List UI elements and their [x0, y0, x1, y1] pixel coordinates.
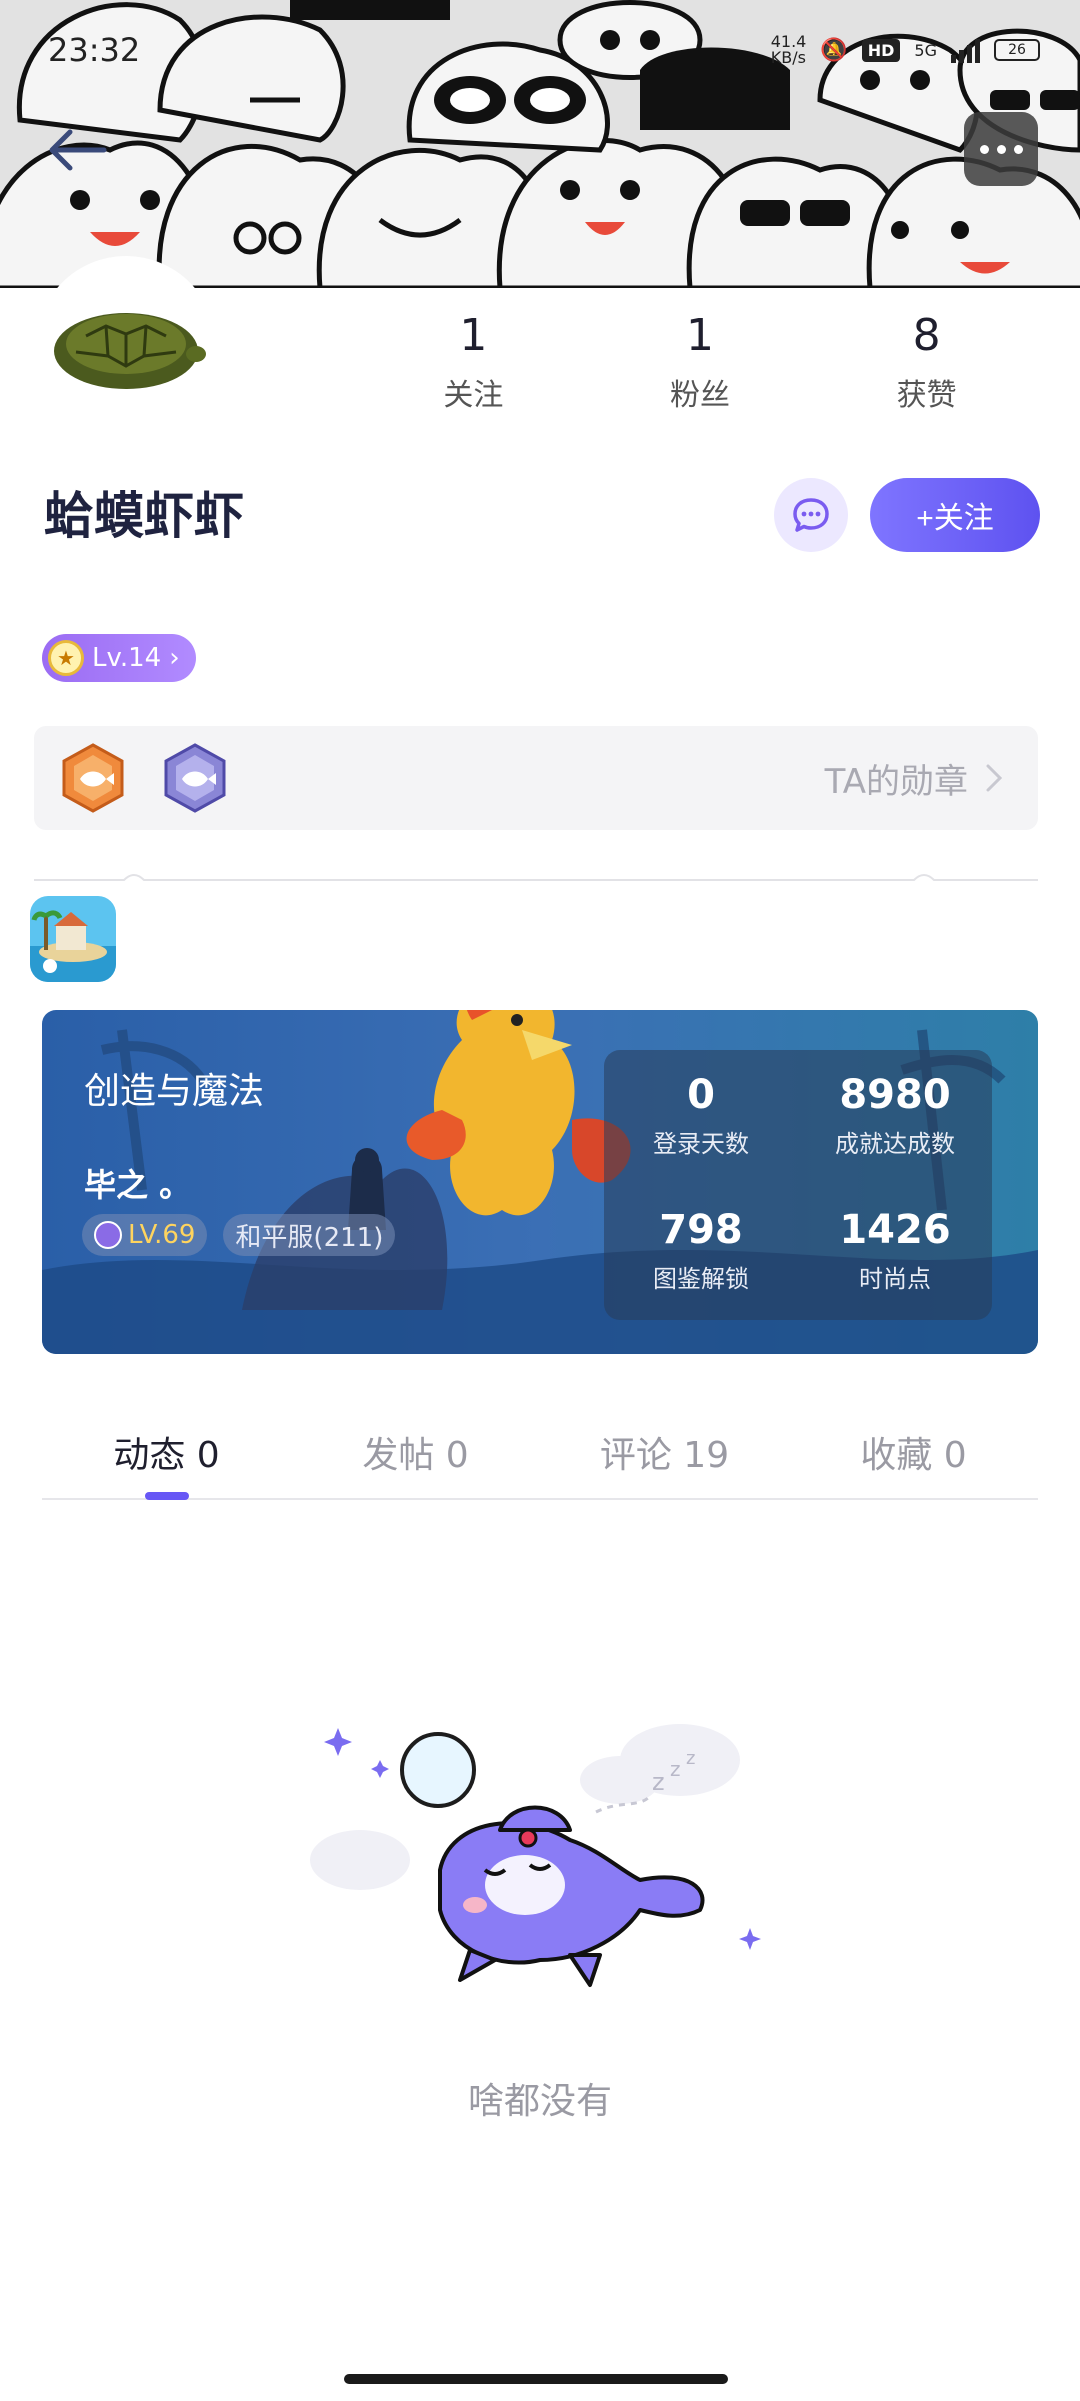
game-stat-label: 图鉴解锁: [653, 1265, 749, 1293]
active-tab-indicator: [144, 1492, 189, 1500]
tab-label: 动态 0: [113, 1435, 220, 1476]
turtle-shell-avatar: [54, 313, 206, 389]
chevron-right-icon: ›: [169, 643, 180, 673]
username: 蛤蟆虾虾: [44, 487, 244, 545]
tab-label: 发帖 0: [362, 1435, 469, 1476]
game-player-name: 毕之 。: [84, 1166, 192, 1204]
game-stat: 1426 时尚点: [798, 1185, 992, 1320]
game-stat-value: 0: [687, 1072, 715, 1118]
chat-bubble-icon: [793, 498, 829, 532]
stat-value: 1: [686, 310, 714, 361]
game-stat-value: 1426: [839, 1207, 951, 1253]
game-server: 和平服(211): [235, 1222, 384, 1253]
follow-button[interactable]: +关注: [870, 478, 1040, 552]
stat-label: 关注: [443, 378, 504, 413]
game-stat-label: 成就达成数: [835, 1130, 955, 1158]
network-type: 5G: [914, 40, 937, 60]
medals-row[interactable]: TA的勋章: [34, 726, 1038, 830]
island-game-icon: [30, 896, 116, 982]
medals-label: TA的勋章: [824, 761, 968, 802]
chevron-right-icon: [986, 764, 1003, 792]
stat-followers[interactable]: 1 粉丝: [587, 308, 814, 414]
tab-threads[interactable]: 发帖 0: [291, 1420, 540, 1498]
back-button[interactable]: [40, 112, 116, 188]
more-dots-icon: [979, 144, 989, 154]
status-icons: 41.4 KB/s 🔕 HD 5G 26: [771, 34, 1040, 66]
game-title: 创造与魔法: [84, 1071, 265, 1112]
stat-likes[interactable]: 8 获赞: [813, 308, 1040, 414]
game-card[interactable]: 创造与魔法 毕之 。 LV.69 和平服(211) 0 登录天数 8980 成就…: [42, 1010, 1038, 1354]
stat-label: 粉丝: [670, 378, 730, 413]
avatar[interactable]: [36, 256, 216, 436]
message-button[interactable]: [774, 478, 848, 552]
tab-label: 评论 19: [599, 1435, 730, 1476]
stat-value: 1: [459, 310, 488, 361]
arrow-left-icon: [49, 129, 107, 171]
status-time: 23:32: [48, 31, 141, 69]
svg-text:z: z: [686, 1748, 695, 1769]
signal-icon: [951, 37, 980, 63]
game-stats: 0 登录天数 8980 成就达成数 798 图鉴解锁 1426 时尚点: [604, 1050, 992, 1320]
game-stat: 8980 成就达成数: [798, 1050, 992, 1185]
more-button[interactable]: [964, 112, 1038, 186]
stat-label: 获赞: [896, 378, 957, 413]
hd-badge: HD: [861, 38, 901, 62]
sleeping-dolphin-illustration: z z z: [310, 1724, 761, 1987]
svg-text:z: z: [652, 1768, 665, 1796]
tab-favorites[interactable]: 收藏 0: [789, 1420, 1038, 1498]
game-level: LV.69: [128, 1220, 196, 1250]
empty-state-text: 啥都没有: [467, 2081, 612, 2122]
profile-tabs: 动态 0 发帖 0 评论 19 收藏 0: [42, 1420, 1038, 1500]
game-stat-label: 登录天数: [653, 1130, 749, 1158]
game-server-badge: 和平服(211): [223, 1214, 396, 1256]
tab-posts-feed[interactable]: 动态 0: [42, 1420, 291, 1500]
star-icon: ★: [48, 640, 84, 676]
status-bar: 23:32 41.4 KB/s 🔕 HD 5G 26: [48, 28, 1040, 72]
game-level-badge: LV.69: [82, 1214, 208, 1256]
tab-comments[interactable]: 评论 19: [540, 1420, 789, 1498]
stat-value: 8: [912, 310, 941, 361]
game-badges: LV.69 和平服(211): [82, 1214, 396, 1256]
battery-level: 26: [1008, 42, 1026, 58]
game-stat: 798 图鉴解锁: [604, 1185, 798, 1320]
battery-icon: 26: [994, 39, 1040, 61]
level-label: Lv.14: [92, 643, 162, 673]
level-star-icon: [94, 1221, 122, 1249]
profile-banner: 23:32 41.4 KB/s 🔕 HD 5G 26: [0, 0, 1080, 288]
level-badge[interactable]: ★ Lv.14 ›: [42, 634, 196, 682]
home-indicator[interactable]: [344, 2374, 728, 2384]
profile-stats: 1 关注 1 粉丝 8 获赞: [360, 308, 1040, 414]
game-stat-label: 时尚点: [859, 1265, 931, 1293]
mute-icon: 🔕: [820, 37, 848, 63]
fish-medal-purple-icon: [164, 743, 226, 813]
game-stat-value: 798: [659, 1207, 743, 1253]
svg-text:z: z: [670, 1757, 681, 1781]
fish-medal-orange-icon: [62, 743, 124, 813]
game-stat: 0 登录天数: [604, 1050, 798, 1185]
section-divider: [34, 874, 1038, 881]
stat-following[interactable]: 1 关注: [360, 308, 587, 414]
tab-label: 收藏 0: [860, 1435, 967, 1476]
game-stat-value: 8980: [839, 1072, 951, 1118]
game-app-icon[interactable]: [30, 896, 116, 982]
net-speed: 41.4 KB/s: [770, 32, 807, 67]
